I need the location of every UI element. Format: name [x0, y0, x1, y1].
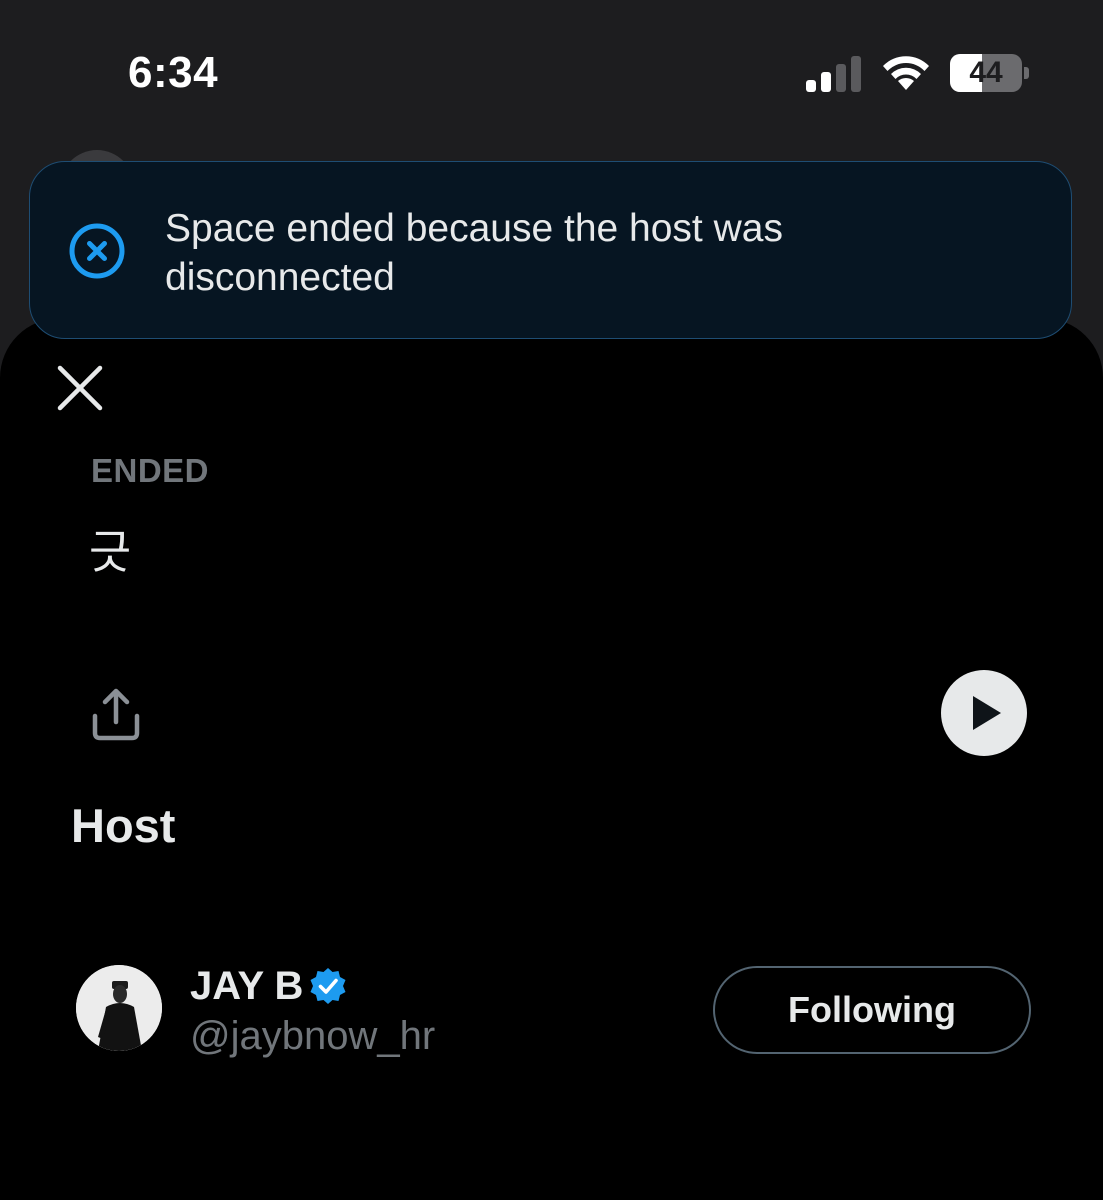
- toast-notification: Space ended because the host was disconn…: [29, 161, 1072, 339]
- battery-nub: [1024, 67, 1029, 79]
- host-section-heading: Host: [71, 799, 176, 852]
- close-icon[interactable]: [54, 362, 106, 414]
- battery-level: 44: [969, 56, 1003, 89]
- battery-body: 44: [950, 54, 1022, 92]
- share-icon[interactable]: [90, 686, 142, 742]
- status-bar: 6:34 44: [0, 0, 1103, 140]
- host-handle[interactable]: @jaybnow_hr: [190, 1014, 435, 1059]
- host-avatar[interactable]: [76, 965, 162, 1051]
- status-time: 6:34: [128, 48, 219, 97]
- play-recording-button[interactable]: [941, 670, 1027, 756]
- wifi-icon: [883, 56, 929, 90]
- cellular-signal-icon: [806, 56, 861, 92]
- toast-message: Space ended because the host was disconn…: [165, 207, 783, 299]
- host-avatar-image: [76, 965, 162, 1051]
- screen: 6:34 44 Space ended because the host was…: [0, 0, 1103, 1200]
- space-status-label: ENDED: [91, 452, 210, 489]
- play-icon: [973, 696, 1001, 730]
- space-sheet: [0, 318, 1103, 1200]
- battery-indicator: 44: [950, 54, 1030, 92]
- host-display-name[interactable]: JAY B: [190, 964, 303, 1009]
- space-title: 긋: [89, 525, 132, 579]
- verified-badge-icon: [310, 968, 346, 1004]
- close-circle-icon: [69, 223, 125, 279]
- following-button[interactable]: Following: [713, 966, 1031, 1054]
